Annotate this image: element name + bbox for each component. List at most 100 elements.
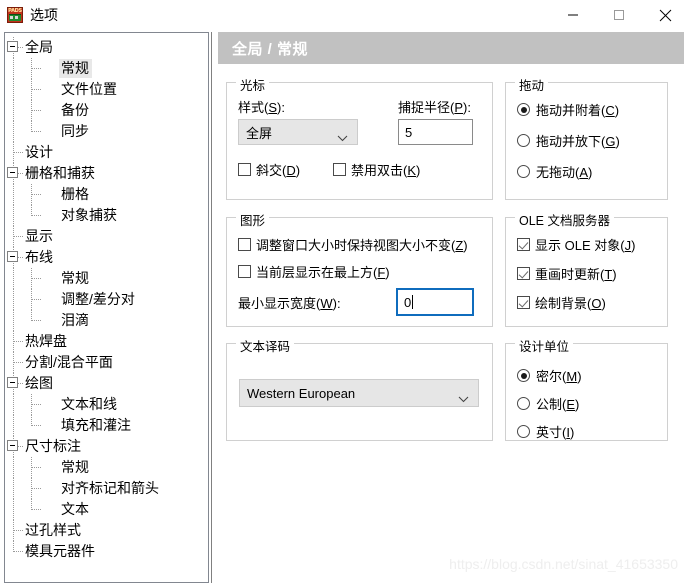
tree-item-8[interactable]: 对象捕获 [5,205,208,226]
drag-attach-label: 拖动并附着(C) [536,103,620,118]
unit-mils-radio[interactable]: 密尔(M) [517,366,582,385]
keep-view-size-checkbox[interactable]: 调整窗口大小时保持视图大小不变(Z) [238,235,468,254]
tree-item-label: 常规 [59,59,92,78]
title-bar: PADS 选项 [0,0,688,30]
tree-item-19[interactable]: 尺寸标注 [5,436,208,457]
checkbox-box [517,238,530,251]
tree-expander-collapse-icon[interactable] [7,251,18,262]
update-on-redraw-label: 重画时更新(T) [535,267,617,282]
checkbox-box [238,265,251,278]
snap-radius-value: 5 [405,124,413,140]
pads-app-icon: PADS [7,7,23,23]
group-graphics-title: 图形 [236,210,270,229]
tree-item-7[interactable]: 栅格 [5,184,208,205]
options-tree-panel[interactable]: 全局 常规 文件位置 备份 同步 设计 栅格和捕获 栅格 对象捕获 显示 布线 常规 调整/差分对 泪滴热… [4,32,209,583]
radio-box [517,134,530,147]
tree-item-10[interactable]: 布线 [5,247,208,268]
close-icon[interactable] [642,0,688,30]
tree-item-label: 同步 [61,123,89,139]
unit-metric-radio[interactable]: 公制(E) [517,394,579,413]
current-layer-top-label: 当前层显示在最上方(F) [256,265,390,280]
text-caret [412,295,414,309]
group-drag: 拖动 拖动并附着(C) 拖动并放下(G) 无拖动(A) [505,75,668,200]
maximize-icon[interactable] [596,0,642,30]
tree-item-0[interactable]: 全局 [5,37,208,58]
unit-metric-label: 公制(E) [536,397,580,412]
no-drag-radio[interactable]: 无拖动(A) [517,162,592,181]
cursor-style-combo[interactable]: 全屏 [238,119,358,145]
group-cursor: 光标 样式(S): 全屏 捕捉半径(P): 5 斜交(D) 禁用双击(K) [226,75,493,200]
snap-radius-input[interactable]: 5 [398,119,473,145]
show-ole-objects-checkbox[interactable]: 显示 OLE 对象(J) [517,235,635,254]
no-drag-label: 无拖动(A) [536,165,593,180]
group-drag-title: 拖动 [515,75,549,94]
tree-item-4[interactable]: 同步 [5,121,208,142]
tree-item-11[interactable]: 常规 [5,268,208,289]
tree-item-label: 泪滴 [61,312,89,328]
radio-box [517,165,530,178]
tree-item-label: 常规 [61,459,89,475]
tree-item-15[interactable]: 分割/混合平面 [5,352,208,373]
unit-inch-radio[interactable]: 英寸(I) [517,422,574,441]
tree-item-label: 常规 [61,270,89,286]
minimize-icon[interactable] [550,0,596,30]
cursor-diagonal-label: 斜交(D) [256,163,301,178]
tree-expander-collapse-icon[interactable] [7,440,18,451]
tree-item-20[interactable]: 常规 [5,457,208,478]
min-display-width-label: 最小显示宽度(W): [238,296,341,311]
tree-item-label: 尺寸标注 [25,438,81,454]
tree-item-label: 热焊盘 [25,333,67,349]
group-design-units-title: 设计单位 [515,336,574,355]
tree-item-2[interactable]: 文件位置 [5,79,208,100]
tree-expander-collapse-icon[interactable] [7,377,18,388]
current-layer-top-checkbox[interactable]: 当前层显示在最上方(F) [238,262,390,281]
tree-expander-collapse-icon[interactable] [7,41,18,52]
tree-item-6[interactable]: 栅格和捕获 [5,163,208,184]
page-title: 全局 / 常规 [218,32,684,64]
tree-item-label: 显示 [25,228,53,244]
radio-box [517,369,530,382]
unit-inch-label: 英寸(I) [536,425,575,440]
tree-item-label: 全局 [25,39,53,55]
drag-attach-radio[interactable]: 拖动并附着(C) [517,100,619,119]
tree-item-23[interactable]: 过孔样式 [5,520,208,541]
tree-item-label: 文件位置 [61,81,117,97]
update-on-redraw-checkbox[interactable]: 重画时更新(T) [517,264,617,283]
tree-item-9[interactable]: 显示 [5,226,208,247]
drag-drop-radio[interactable]: 拖动并放下(G) [517,131,620,150]
tree-item-14[interactable]: 热焊盘 [5,331,208,352]
tree-item-13[interactable]: 泪滴 [5,310,208,331]
disable-doubleclick-checkbox[interactable]: 禁用双击(K) [333,160,420,179]
tree-item-label: 模具元器件 [25,543,95,559]
tree-item-label: 分割/混合平面 [25,354,113,370]
tree-item-1[interactable]: 常规 [5,58,208,79]
tree-expander-collapse-icon[interactable] [7,167,18,178]
panel-splitter[interactable] [211,32,216,583]
min-display-width-input[interactable]: 0 [396,288,474,316]
tree-item-5[interactable]: 设计 [5,142,208,163]
tree-item-18[interactable]: 填充和灌注 [5,415,208,436]
tree-item-24[interactable]: 模具元器件 [5,541,208,562]
tree-item-3[interactable]: 备份 [5,100,208,121]
text-decoding-value: Western European [247,385,356,401]
tree-item-17[interactable]: 文本和线 [5,394,208,415]
cursor-diagonal-checkbox[interactable]: 斜交(D) [238,160,300,179]
window-controls [550,0,688,30]
draw-background-label: 绘制背景(O) [535,296,606,311]
text-decoding-combo[interactable]: Western European [239,379,479,407]
tree-item-label: 填充和灌注 [61,417,131,433]
tree-item-label: 过孔样式 [25,522,81,538]
draw-background-checkbox[interactable]: 绘制背景(O) [517,293,606,312]
chevron-down-icon [458,391,469,406]
tree-item-label: 文本和线 [61,396,117,412]
group-design-units: 设计单位 密尔(M) 公制(E) 英寸(I) [505,336,668,441]
group-ole: OLE 文档服务器 显示 OLE 对象(J) 重画时更新(T) 绘制背景(O) [505,210,668,327]
drag-drop-label: 拖动并放下(G) [536,134,620,149]
tree-item-22[interactable]: 文本 [5,499,208,520]
tree-item-12[interactable]: 调整/差分对 [5,289,208,310]
group-text-decoding-title: 文本译码 [236,336,295,355]
tree-item-16[interactable]: 绘图 [5,373,208,394]
radio-box [517,103,530,116]
tree-item-21[interactable]: 对齐标记和箭头 [5,478,208,499]
options-tree[interactable]: 全局 常规 文件位置 备份 同步 设计 栅格和捕获 栅格 对象捕获 显示 布线 常规 调整/差分对 泪滴热… [5,33,208,562]
